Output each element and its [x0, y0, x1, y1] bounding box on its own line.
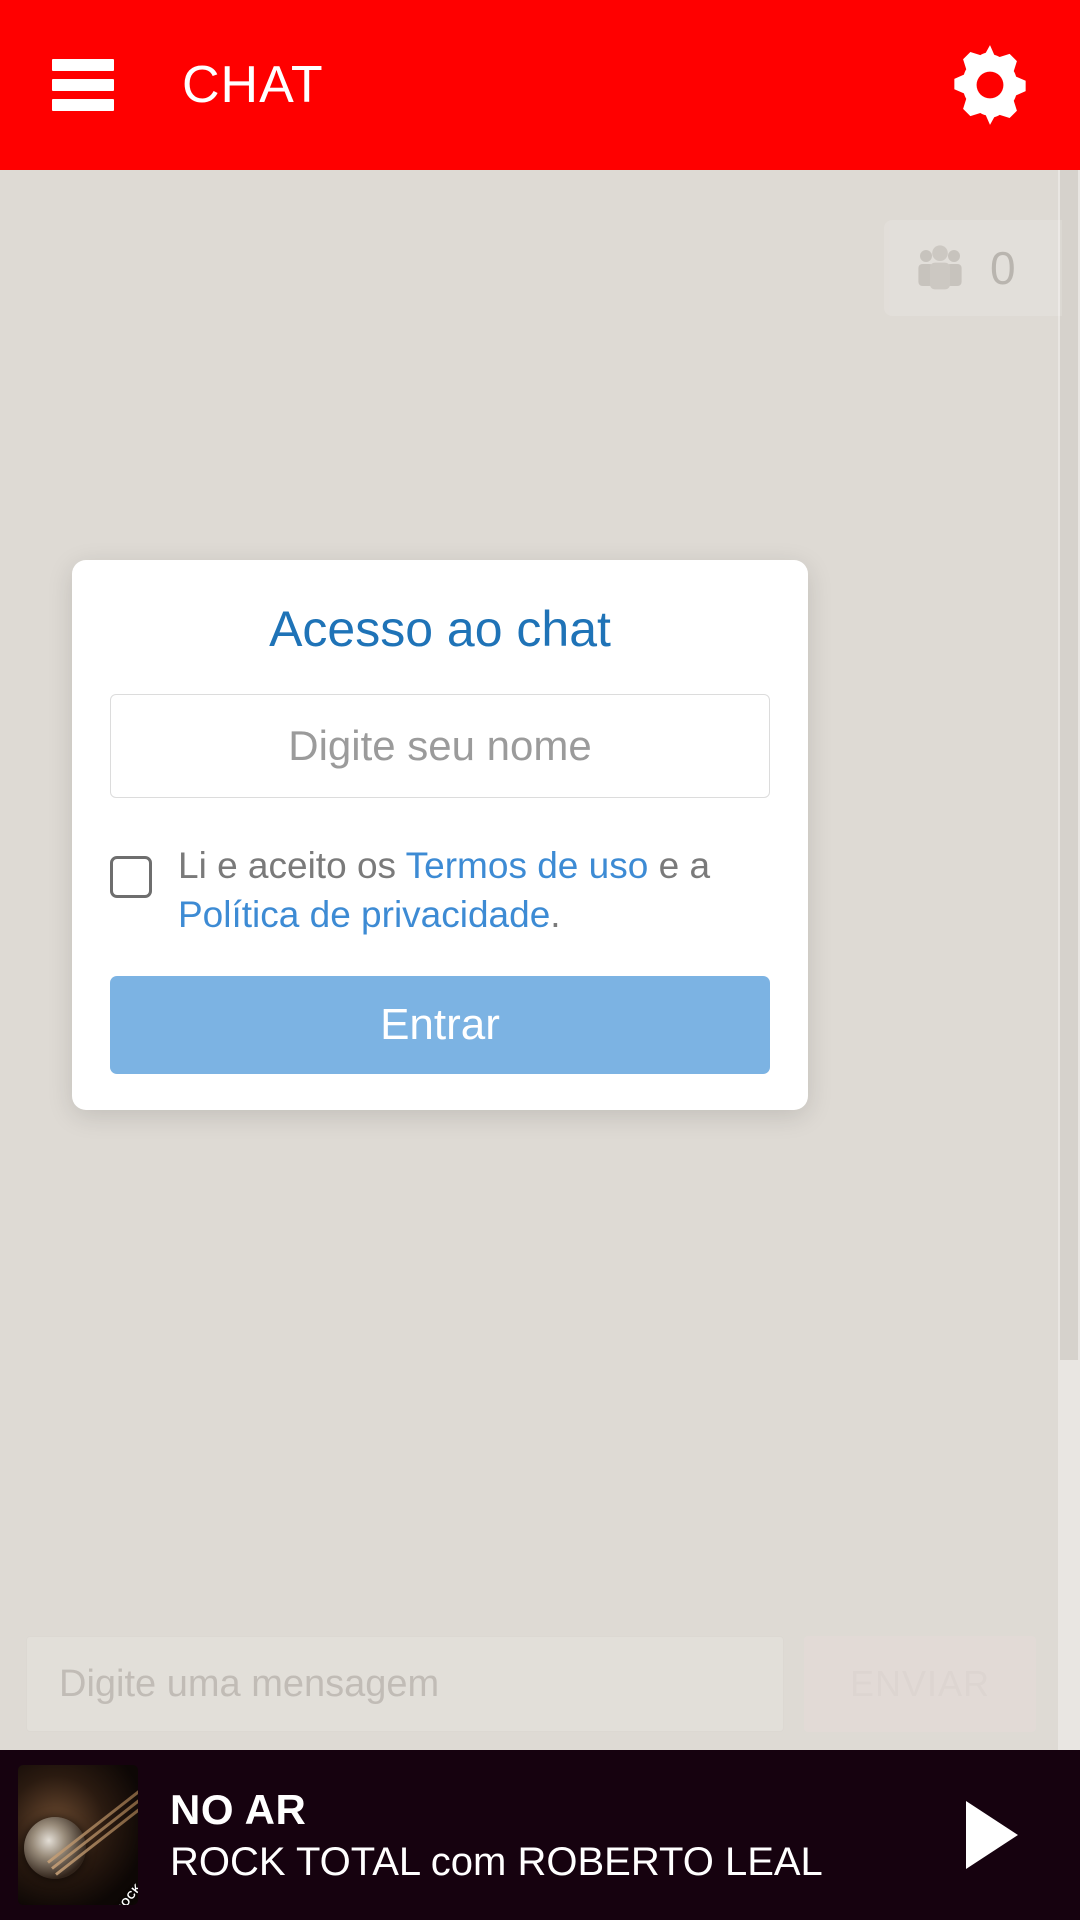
chat-scrollbar[interactable]	[1058, 170, 1080, 1750]
on-air-label: NO AR	[170, 1785, 307, 1833]
player-text-block: NO AR ROCK TOTAL com ROBERTO LEAL	[170, 1786, 823, 1885]
album-art: VIAGEM DO ROCK	[18, 1765, 138, 1905]
program-title: ROCK TOTAL com ROBERTO LEAL	[170, 1839, 823, 1884]
message-compose-bar: Digite uma mensagem ENVIAR	[0, 1618, 1058, 1750]
hamburger-menu-icon[interactable]	[52, 59, 114, 111]
people-group-icon	[918, 245, 962, 290]
gear-icon[interactable]	[944, 39, 1036, 131]
message-input[interactable]: Digite uma mensagem	[26, 1636, 784, 1732]
page-title: CHAT	[182, 56, 324, 114]
album-art-label: VIAGEM DO ROCK	[70, 1882, 138, 1905]
terms-acceptance-row: Li e aceito os Termos de uso e a Polític…	[110, 842, 770, 940]
terms-suffix: .	[550, 893, 561, 935]
terms-of-use-link[interactable]: Termos de uso	[406, 845, 649, 886]
hamburger-bar	[52, 79, 114, 91]
chat-access-modal: Acesso ao chat Digite seu nome Li e acei…	[72, 560, 808, 1110]
send-button[interactable]: ENVIAR	[804, 1636, 1036, 1732]
terms-checkbox[interactable]	[110, 856, 152, 898]
gear-icon-svg	[954, 45, 1026, 125]
privacy-policy-link[interactable]: Política de privacidade	[178, 894, 550, 935]
terms-text: Li e aceito os Termos de uso e a Polític…	[178, 842, 770, 940]
online-users-count: 0	[990, 242, 1016, 294]
hamburger-bar	[52, 59, 114, 71]
app-header: CHAT	[0, 0, 1080, 170]
name-input[interactable]: Digite seu nome	[110, 694, 770, 798]
enter-button[interactable]: Entrar	[110, 975, 770, 1074]
play-triangle-icon[interactable]	[966, 1801, 1018, 1869]
modal-title: Acesso ao chat	[269, 601, 611, 657]
hamburger-bar	[52, 99, 114, 111]
scrollbar-thumb[interactable]	[1060, 170, 1078, 1360]
radio-player-bar: VIAGEM DO ROCK NO AR ROCK TOTAL com ROBE…	[0, 1750, 1080, 1920]
terms-prefix: Li e aceito os	[178, 845, 406, 886]
online-users-counter: 0	[884, 220, 1062, 316]
terms-middle: e a	[648, 845, 711, 886]
